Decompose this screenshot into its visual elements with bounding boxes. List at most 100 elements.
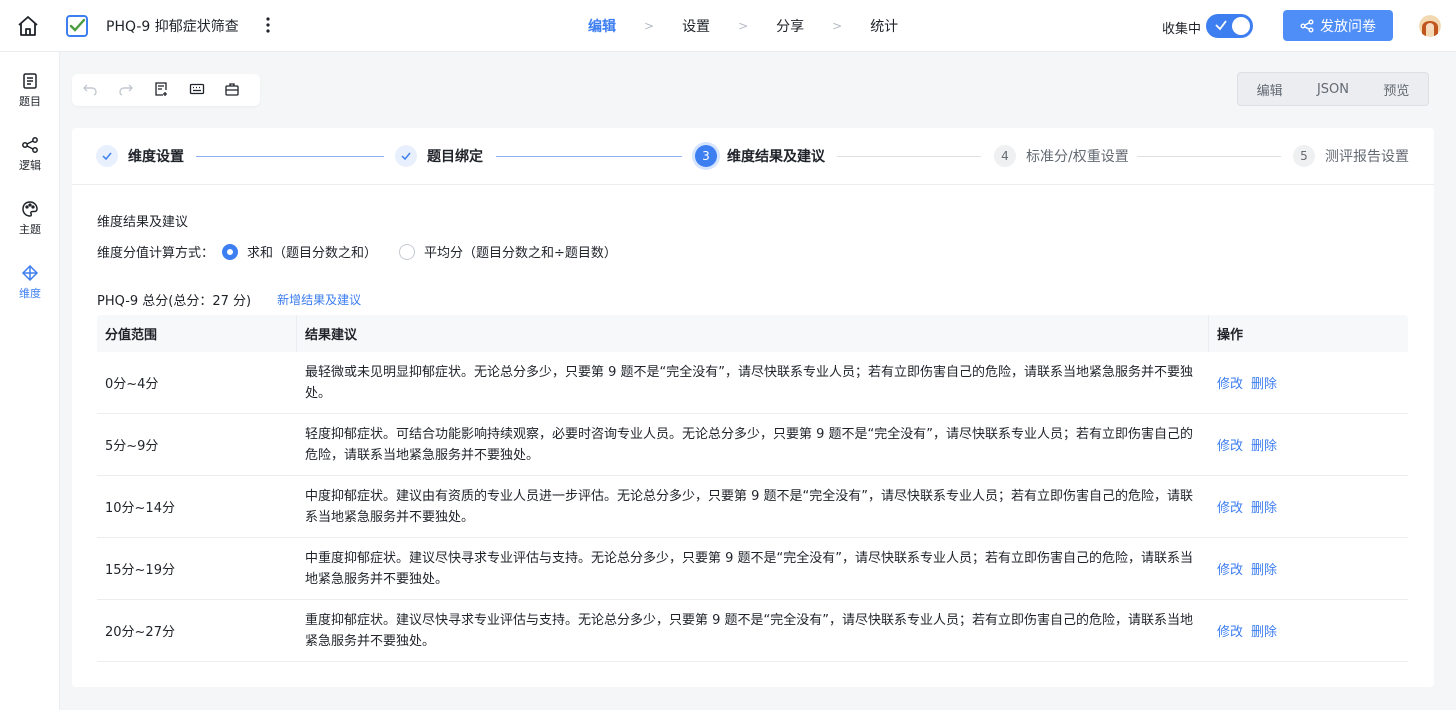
briefcase-icon	[225, 83, 240, 96]
nav-statistics[interactable]: 统计	[870, 16, 898, 36]
calc-method-label: 维度分值计算方式：	[97, 246, 215, 261]
cell-advice: 轻度抑郁症状。可结合功能影响持续观察，必要时咨询专业人员。无论总分多少，只要第 …	[305, 426, 1194, 463]
mode-json-button[interactable]: JSON	[1301, 82, 1364, 97]
share-icon	[1300, 19, 1314, 32]
nav-separator: >	[644, 19, 655, 33]
cell-advice: 重度抑郁症状。建议尽快寻求专业评估与支持。无论总分多少，只要第 9 题不是“完全…	[305, 612, 1194, 649]
step-number-circle: 5	[1293, 145, 1315, 167]
step-label: 维度结果及建议	[727, 149, 825, 165]
step-report-settings[interactable]: 5 测评报告设置	[1293, 145, 1409, 167]
collect-status-label: 收集中	[1162, 22, 1202, 37]
keyboard-icon	[189, 83, 204, 95]
sidebar-item-logic[interactable]: 逻辑	[0, 136, 60, 173]
section-title: 维度结果及建议	[97, 215, 189, 230]
step-done-circle	[96, 145, 118, 167]
sidebar-item-questions[interactable]: 题目	[0, 72, 60, 109]
mode-switch: 编辑 JSON 预览	[1237, 72, 1429, 106]
edit-link[interactable]: 修改	[1217, 377, 1243, 392]
home-icon[interactable]	[16, 14, 40, 38]
mode-edit-button[interactable]: 编辑	[1238, 80, 1301, 99]
table-row: 0分~4分 最轻微或未见明显抑郁症状。无论总分多少，只要第 9 题不是“完全没有…	[97, 352, 1408, 414]
dimension-result-card: 维度设置 题目绑定 3 维度结果及建议 4 标准分/权重设置 5 测评报告设置 …	[72, 128, 1434, 687]
step-connector	[1137, 156, 1281, 157]
table-row: 10分~14分 中度抑郁症状。建议由有资质的专业人员进一步评估。无论总分多少，只…	[97, 476, 1408, 538]
check-icon	[401, 152, 411, 161]
sidebar-item-theme[interactable]: 主题	[0, 200, 60, 237]
step-dimension-settings[interactable]: 维度设置	[96, 145, 184, 167]
publish-label: 发放问卷	[1320, 18, 1376, 35]
step-dimension-results[interactable]: 3 维度结果及建议	[695, 145, 825, 167]
delete-link[interactable]: 删除	[1251, 625, 1277, 640]
cell-actions: 修改 删除	[1209, 435, 1408, 454]
cell-range: 0分~4分	[105, 377, 159, 392]
step-standard-score[interactable]: 4 标准分/权重设置	[994, 145, 1129, 167]
total-score-row: PHQ-9 总分(总分：27 分) 新增结果及建议	[97, 290, 361, 309]
delete-link[interactable]: 删除	[1251, 377, 1277, 392]
publish-button[interactable]: 发放问卷	[1283, 10, 1393, 41]
result-table: 分值范围 结果建议 操作 0分~4分 最轻微或未见明显抑郁症状。无论总分多少，只…	[97, 315, 1408, 662]
sidebar-item-label: 题目	[19, 95, 41, 108]
edit-link[interactable]: 修改	[1217, 563, 1243, 578]
check-icon	[102, 152, 112, 161]
sidebar-item-label: 逻辑	[19, 159, 41, 172]
header-advice: 结果建议	[297, 315, 1209, 352]
nav-edit[interactable]: 编辑	[588, 16, 616, 36]
add-result-link[interactable]: 新增结果及建议	[277, 291, 361, 308]
step-number-circle: 3	[695, 145, 717, 167]
edit-link[interactable]: 修改	[1217, 439, 1243, 454]
cell-advice: 中重度抑郁症状。建议尽快寻求专业评估与支持。无论总分多少，只要第 9 题不是“完…	[305, 550, 1194, 587]
delete-link[interactable]: 删除	[1251, 501, 1277, 516]
delete-link[interactable]: 删除	[1251, 563, 1277, 578]
check-icon	[1215, 20, 1227, 31]
radio-sum[interactable]: 求和（题目分数之和）	[222, 242, 377, 261]
cell-range: 5分~9分	[105, 439, 159, 454]
step-connector	[496, 156, 682, 157]
edit-link[interactable]: 修改	[1217, 501, 1243, 516]
table-row: 20分~27分 重度抑郁症状。建议尽快寻求专业评估与支持。无论总分多少，只要第 …	[97, 600, 1408, 662]
step-label: 维度设置	[128, 149, 184, 165]
nav-share[interactable]: 分享	[776, 16, 804, 36]
cell-advice: 中度抑郁症状。建议由有资质的专业人员进一步评估。无论总分多少，只要第 9 题不是…	[305, 488, 1194, 525]
top-nav: 编辑 > 设置 > 分享 > 统计	[588, 16, 898, 36]
sidebar-item-dimension[interactable]: 维度	[0, 264, 60, 301]
step-question-binding[interactable]: 题目绑定	[395, 145, 483, 167]
keyboard-button[interactable]	[189, 81, 206, 99]
dimension-icon	[21, 264, 39, 282]
delete-link[interactable]: 删除	[1251, 439, 1277, 454]
step-label: 标准分/权重设置	[1026, 149, 1129, 165]
collect-toggle[interactable]	[1206, 14, 1253, 38]
avatar[interactable]	[1419, 15, 1441, 37]
cell-range: 20分~27分	[105, 625, 175, 640]
cell-range: 10分~14分	[105, 501, 175, 516]
radio-dot-unchecked	[399, 243, 416, 260]
survey-title: PHQ-9 抑郁症状筛查	[106, 19, 239, 35]
add-question-button[interactable]	[153, 81, 170, 99]
nav-separator: >	[832, 19, 843, 33]
bank-button[interactable]	[224, 81, 241, 99]
step-done-circle	[395, 145, 417, 167]
radio-average[interactable]: 平均分（题目分数之和÷题目数）	[399, 242, 617, 261]
list-icon	[23, 73, 37, 89]
radio-average-label: 平均分（题目分数之和÷题目数）	[424, 246, 617, 261]
undo-button[interactable]	[82, 81, 99, 99]
table-row: 15分~19分 中重度抑郁症状。建议尽快寻求专业评估与支持。无论总分多少，只要第…	[97, 538, 1408, 600]
mode-preview-button[interactable]: 预览	[1365, 80, 1428, 99]
sidebar-item-label: 维度	[19, 287, 41, 300]
header-range: 分值范围	[97, 315, 297, 352]
avatar-image	[1419, 15, 1441, 37]
cell-advice: 最轻微或未见明显抑郁症状。无论总分多少，只要第 9 题不是“完全没有”，请尽快联…	[305, 364, 1194, 401]
palette-icon	[22, 201, 38, 217]
cell-range: 15分~19分	[105, 563, 175, 578]
edit-link[interactable]: 修改	[1217, 625, 1243, 640]
step-connector	[837, 156, 981, 157]
add-document-icon	[155, 82, 168, 96]
redo-button[interactable]	[118, 81, 135, 99]
editor-toolbar	[72, 74, 260, 106]
more-vertical-icon[interactable]	[260, 15, 276, 35]
radio-sum-label: 求和（题目分数之和）	[247, 246, 378, 261]
redo-icon	[118, 84, 133, 96]
nav-settings[interactable]: 设置	[682, 16, 710, 36]
step-label: 题目绑定	[427, 149, 483, 165]
header-actions: 操作	[1217, 328, 1244, 343]
calc-method-row: 维度分值计算方式： 求和（题目分数之和） 平均分（题目分数之和÷题目数）	[97, 242, 617, 261]
